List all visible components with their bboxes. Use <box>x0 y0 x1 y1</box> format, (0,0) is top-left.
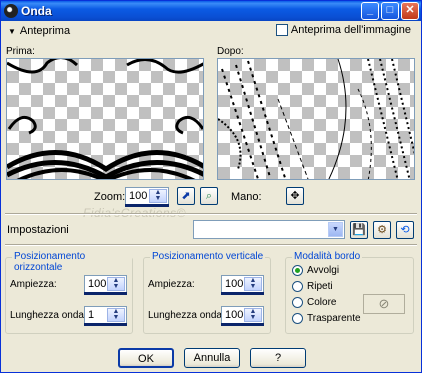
horizontal-wavelength-label: Lunghezza onda: <box>10 310 87 321</box>
title-bar[interactable]: Onda _ □ ✕ <box>1 1 421 21</box>
horizontal-wavelength-spinner[interactable]: 1 ▲ ▼ <box>84 306 127 324</box>
radio-button[interactable] <box>292 297 303 308</box>
underline <box>221 292 264 295</box>
horizontal-amplitude-label: Ampiezza: <box>10 279 57 290</box>
ok-button[interactable]: OK <box>118 348 174 368</box>
spinner-arrows-icon[interactable]: ▲ ▼ <box>149 189 167 203</box>
underline <box>84 292 127 295</box>
separator <box>5 213 417 215</box>
horizontal-amplitude-spinner[interactable]: 100 ▲ ▼ <box>84 275 127 293</box>
underline <box>221 323 264 326</box>
radio-ripeti[interactable]: Ripeti <box>292 281 333 292</box>
vertical-amplitude-spinner[interactable]: 100 ▲ ▼ <box>221 275 264 293</box>
before-preview[interactable] <box>6 58 204 180</box>
after-image <box>218 59 414 179</box>
radio-label: Avvolgi <box>307 265 340 276</box>
vertical-wavelength-value: 100 <box>225 309 244 321</box>
image-preview-label: Anteprima dell'immagine <box>290 24 411 36</box>
vertical-amplitude-label: Ampiezza: <box>148 279 195 290</box>
zoom-label: Zoom: <box>94 191 126 203</box>
radio-button[interactable] <box>292 281 303 292</box>
preview-toggle[interactable]: ▼ Anteprima <box>8 25 70 37</box>
underline <box>84 323 127 326</box>
radio-avvolgi[interactable]: Avvolgi <box>292 265 339 276</box>
radio-button[interactable] <box>292 313 303 324</box>
horizontal-amplitude-value: 100 <box>88 278 107 290</box>
after-label: Dopo: <box>217 46 244 57</box>
vertical-wavelength-label: Lunghezza onda: <box>148 310 225 321</box>
spinner-arrows-icon[interactable]: ▲ ▼ <box>244 277 262 291</box>
triangle-down-icon: ▼ <box>8 27 16 36</box>
spinner-arrows-icon[interactable]: ▲ ▼ <box>244 308 262 322</box>
maximize-button[interactable]: □ <box>381 2 399 20</box>
close-button[interactable]: ✕ <box>401 2 419 20</box>
separator-2 <box>5 244 417 246</box>
dropdown-arrow-icon[interactable]: ▼ <box>328 222 343 237</box>
zoom-tool-button[interactable]: ⌕ <box>200 187 218 205</box>
radio-colore[interactable]: Colore <box>292 297 336 308</box>
minimize-button[interactable]: _ <box>361 2 379 20</box>
fit-zoom-button[interactable]: ⬈ <box>177 187 195 205</box>
horizontal-group-title: Posizionamento orizzontale <box>12 251 132 273</box>
save-preset-icon[interactable]: 💾 <box>350 221 368 239</box>
color-swatch-disabled: ⊘ <box>363 294 405 314</box>
radio-label: Colore <box>307 297 337 308</box>
before-image <box>7 59 203 179</box>
radio-button[interactable] <box>292 265 303 276</box>
vertical-group-title: Posizionamento verticale <box>150 251 266 262</box>
vertical-wavelength-spinner[interactable]: 100 ▲ ▼ <box>221 306 264 324</box>
vertical-amplitude-value: 100 <box>225 278 244 290</box>
spinner-arrows-icon[interactable]: ▲ ▼ <box>107 277 125 291</box>
zoom-value: 100 <box>129 190 148 202</box>
settings-combo[interactable]: ▼ <box>193 220 345 239</box>
zoom-spinner[interactable]: 100 ▲ ▼ <box>125 187 169 205</box>
image-preview-checkbox[interactable]: Anteprima dell'immagine <box>275 24 411 36</box>
cancel-button[interactable]: Annulla <box>184 348 240 368</box>
radio-label: Trasparente <box>307 313 361 324</box>
edge-mode-group-title: Modalità bordo <box>292 251 363 262</box>
pan-move-icon[interactable]: ✥ <box>286 187 304 205</box>
window-title: Onda <box>21 4 52 18</box>
reset-icon[interactable]: ⟲ <box>396 221 414 239</box>
preview-toggle-label: Anteprima <box>19 25 71 37</box>
radio-label: Ripeti <box>307 281 333 292</box>
hand-label: Mano: <box>231 191 262 203</box>
dialog-window: Onda _ □ ✕ ▼ Anteprima Anteprima dell'imm… <box>0 0 422 373</box>
app-icon <box>4 4 18 18</box>
horizontal-wavelength-value: 1 <box>88 309 95 321</box>
spinner-arrows-icon[interactable]: ▲ ▼ <box>107 308 125 322</box>
preset-options-icon[interactable]: ⚙ <box>373 221 391 239</box>
help-button[interactable]: ? <box>250 348 306 368</box>
settings-label: Impostazioni <box>7 224 69 236</box>
checkbox-box[interactable] <box>275 24 288 36</box>
radio-trasparente[interactable]: Trasparente <box>292 313 361 324</box>
after-preview[interactable] <box>217 58 415 180</box>
prohibited-icon: ⊘ <box>378 296 390 311</box>
before-label: Prima: <box>6 46 35 57</box>
